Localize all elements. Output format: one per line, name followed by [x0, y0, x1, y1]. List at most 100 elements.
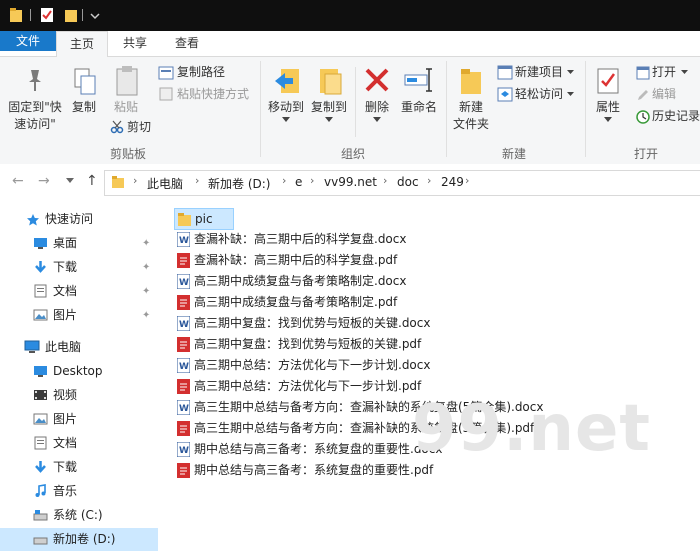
tab-file[interactable]: 文件	[0, 31, 56, 51]
history-label: 历史记录	[652, 109, 700, 123]
breadcrumb-item[interactable]: vv99.net	[324, 175, 377, 189]
nav-item-pictures[interactable]: 图片 ✦	[0, 304, 158, 327]
nav-label: 音乐	[53, 484, 78, 498]
download-icon	[35, 461, 46, 473]
group-divider	[355, 67, 356, 137]
file-name: pic	[195, 212, 213, 226]
nav-item-downloads[interactable]: 下载 ✦	[0, 256, 158, 279]
file-name: 高三期中成绩复盘与备考策略制定.docx	[194, 274, 407, 288]
svg-text:W: W	[179, 404, 189, 414]
copy-to-icon	[320, 69, 342, 95]
file-name: 高三期中总结：方法优化与下一步计划.pdf	[194, 379, 422, 393]
folder-icon	[112, 176, 124, 188]
word-document-icon: W	[177, 316, 190, 331]
address-bar[interactable]: › 此电脑 › 新加卷 (D:) › e › vv99.net › doc › …	[104, 170, 700, 196]
pdf-icon	[177, 295, 190, 310]
svg-text:W: W	[179, 362, 189, 372]
easy-access-icon	[497, 87, 513, 102]
nav-item-pc-documents[interactable]: 文档	[0, 432, 158, 455]
forward-icon[interactable]: →	[38, 173, 50, 189]
nav-label: 此电脑	[45, 340, 82, 354]
new-folder-label-line1: 新建	[458, 100, 483, 114]
tab-share[interactable]: 共享	[110, 31, 160, 56]
pin-icon: ✦	[142, 262, 151, 273]
nav-this-pc[interactable]: 此电脑	[0, 336, 158, 359]
back-icon[interactable]: ←	[12, 173, 24, 189]
nav-item-pc-downloads[interactable]: 下载	[0, 456, 158, 479]
chevron-down-icon	[604, 117, 612, 122]
drive-icon	[33, 537, 48, 545]
word-document-icon: W	[177, 274, 190, 289]
paste-label: 粘贴	[113, 100, 138, 114]
nav-label: 系统 (C:)	[53, 508, 103, 522]
nav-item-documents[interactable]: 文档 ✦	[0, 280, 158, 303]
paste-shortcut-label: 粘贴快捷方式	[177, 87, 250, 101]
nav-item-pc-desktop[interactable]: Desktop	[0, 360, 158, 383]
breadcrumb-item[interactable]: 此电脑	[147, 175, 183, 192]
copy-to-label: 复制到	[310, 100, 347, 114]
nav-item-pc-pictures[interactable]: 图片	[0, 408, 158, 431]
desktop-icon	[34, 366, 47, 377]
breadcrumb-item[interactable]: doc	[397, 175, 419, 189]
pin-icon: ✦	[142, 286, 151, 297]
nav-item-music[interactable]: 音乐	[0, 480, 158, 503]
new-folder-icon	[461, 69, 481, 94]
breadcrumb-separator: ›	[383, 174, 388, 187]
svg-text:W: W	[179, 236, 189, 246]
easy-access-label: 轻松访问	[515, 87, 564, 101]
copy-path-label: 复制路径	[177, 65, 226, 79]
word-document-icon: W	[177, 400, 190, 415]
pdf-icon	[177, 463, 190, 478]
up-icon[interactable]: ↑	[86, 173, 98, 189]
drive-icon	[33, 510, 48, 521]
nav-label: 文档	[53, 436, 78, 450]
nav-quick-access[interactable]: 快速访问	[0, 208, 158, 231]
file-name: 高三期中总结：方法优化与下一步计划.docx	[194, 358, 431, 372]
pdf-icon	[177, 337, 190, 352]
picture-icon	[33, 413, 48, 425]
file-name: 高三期中复盘：找到优势与短板的关键.pdf	[194, 337, 422, 351]
breadcrumb-item[interactable]: 新加卷 (D:)	[208, 175, 270, 192]
picture-icon	[33, 309, 48, 321]
recent-locations-chevron-icon[interactable]	[66, 178, 74, 184]
svg-text:W: W	[179, 446, 189, 456]
properties-quick-icon[interactable]	[40, 7, 54, 23]
computer-icon	[24, 340, 40, 353]
folder-icon	[10, 8, 22, 22]
tab-view[interactable]: 查看	[162, 31, 212, 56]
breadcrumb-item[interactable]: 249	[441, 175, 464, 189]
group-divider	[260, 61, 261, 157]
star-icon	[27, 214, 39, 226]
file-name: 高三期中复盘：找到优势与短板的关键.docx	[194, 316, 431, 330]
chevron-down-icon	[681, 70, 688, 74]
document-icon	[34, 436, 47, 450]
document-icon	[34, 284, 47, 298]
download-icon	[35, 261, 46, 273]
nav-label: 下载	[53, 260, 78, 274]
open-icon	[636, 66, 650, 80]
nav-item-desktop[interactable]: 桌面 ✦	[0, 232, 158, 255]
breadcrumb-separator: ›	[282, 174, 287, 187]
new-folder-quick-icon[interactable]	[64, 7, 78, 23]
open-group-label: 打开	[634, 147, 659, 161]
navigation-bar: ← → ↑ › 此电脑 › 新加卷 (D:) › e › vv99.net › …	[0, 164, 700, 200]
word-document-icon: W	[177, 442, 190, 457]
new-item-label: 新建项目	[515, 65, 564, 79]
tab-home[interactable]: 主页	[56, 31, 108, 58]
breadcrumb-separator: ›	[195, 174, 200, 187]
file-list: pic W 查漏补缺：高三期中后的科学复盘.docx 查漏补缺：高三期中后的科学…	[170, 206, 700, 540]
pin-icon	[29, 70, 41, 91]
nav-label: 图片	[53, 412, 78, 426]
properties-label: 属性	[595, 100, 620, 114]
group-divider	[585, 61, 586, 157]
nav-item-videos[interactable]: 视频	[0, 384, 158, 407]
chevron-down-icon[interactable]	[88, 7, 102, 23]
pin-label-line2: 速访问"	[14, 117, 56, 131]
nav-item-drive-c[interactable]: 系统 (C:)	[0, 504, 158, 527]
clipboard-icon	[116, 66, 138, 96]
breadcrumb-item[interactable]: e	[295, 175, 302, 189]
clipboard-group-label: 剪贴板	[110, 147, 147, 161]
open-label: 打开	[652, 65, 677, 79]
list-item-folder[interactable]: pic	[174, 208, 234, 230]
svg-text:W: W	[179, 278, 189, 288]
